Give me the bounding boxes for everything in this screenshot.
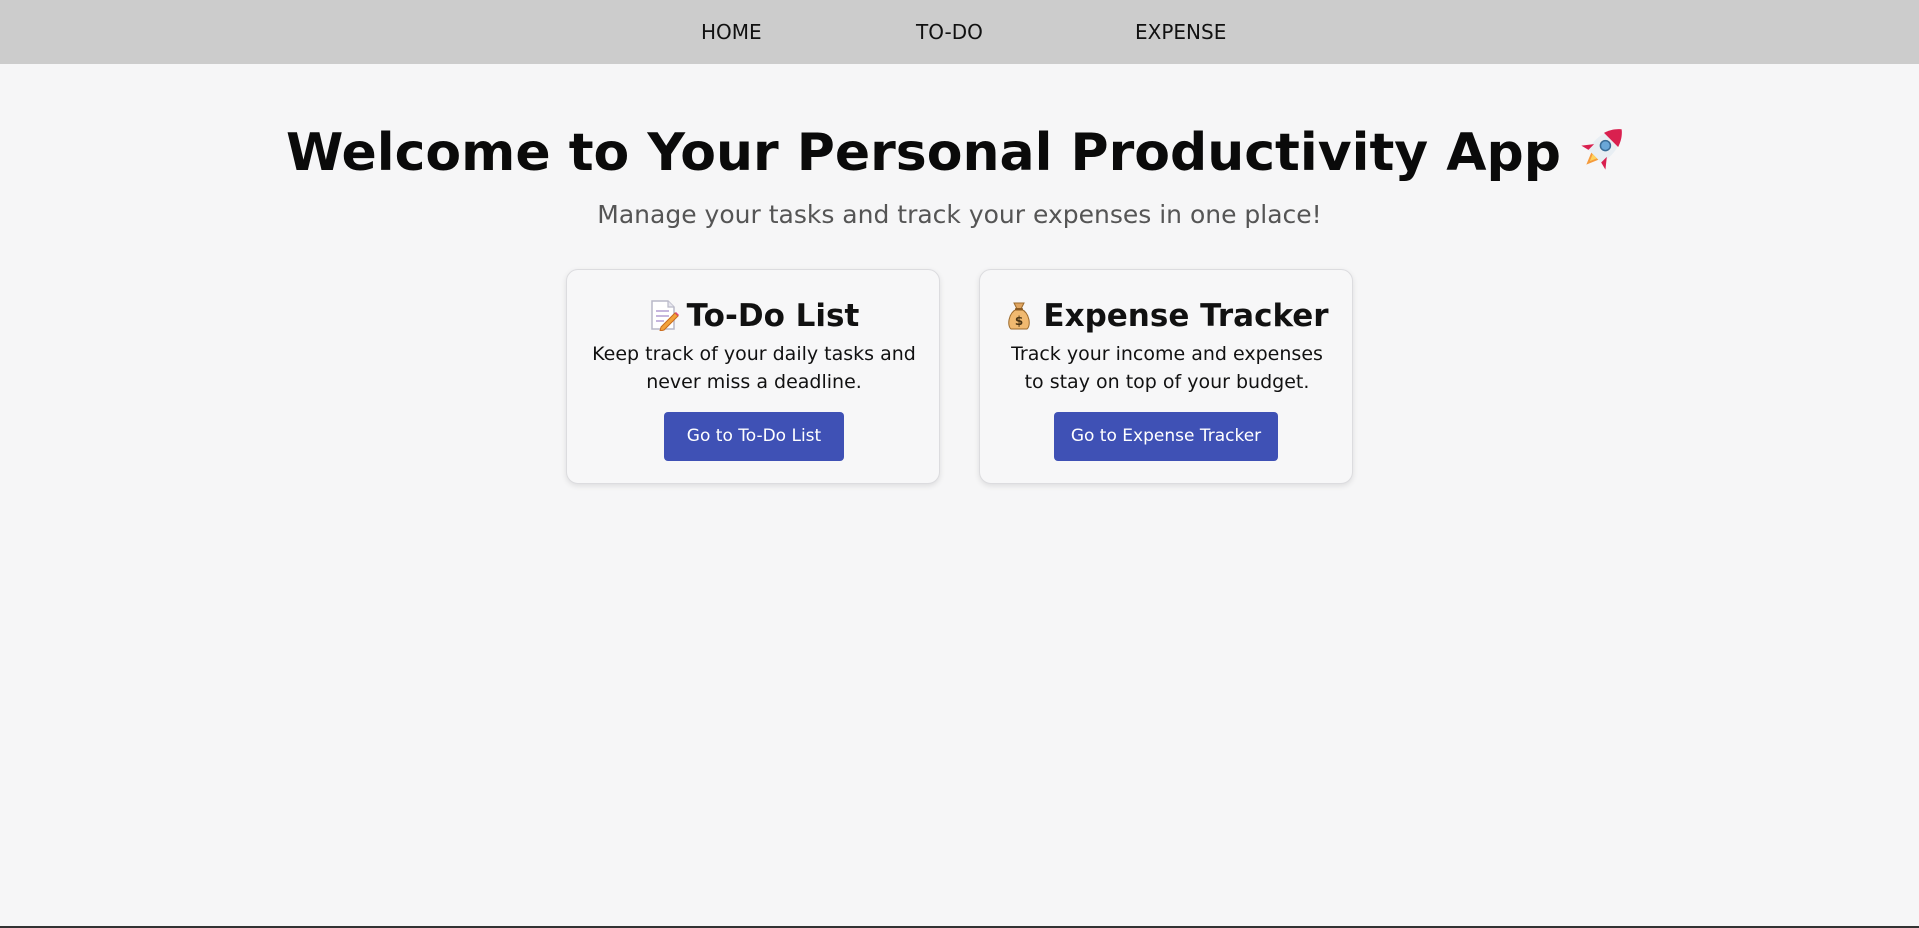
todo-card-title-row: To-Do List	[567, 296, 939, 341]
todo-card-title: To-Do List	[686, 298, 860, 334]
page-title-row: Welcome to Your Personal Productivity Ap…	[0, 118, 1919, 194]
expense-card-description: Track your income and expenses to stay o…	[1011, 343, 1323, 393]
memo-icon	[647, 299, 679, 341]
money-bag-icon: $	[1003, 299, 1035, 341]
nav-todo-link[interactable]: TO-DO	[916, 20, 983, 44]
go-to-todo-button[interactable]: Go to To-Do List	[664, 412, 844, 461]
nav-home-link[interactable]: HOME	[701, 20, 762, 44]
nav-expense-link[interactable]: EXPENSE	[1135, 20, 1226, 44]
expense-card: $ Expense Tracker Track your income and …	[979, 269, 1353, 484]
subtitle: Manage your tasks and track your expense…	[597, 200, 1322, 229]
expense-card-title: Expense Tracker	[1043, 298, 1329, 334]
todo-card: To-Do List Keep track of your daily task…	[566, 269, 940, 484]
svg-text:$: $	[1015, 314, 1023, 328]
expense-card-title-row: $ Expense Tracker	[980, 296, 1352, 341]
page-title: Welcome to Your Personal Productivity Ap…	[286, 123, 1561, 183]
rocket-icon	[1575, 118, 1633, 194]
todo-card-description: Keep track of your daily tasks and never…	[592, 343, 916, 393]
top-navbar: HOME TO-DO EXPENSE	[0, 0, 1919, 64]
go-to-expense-button[interactable]: Go to Expense Tracker	[1054, 412, 1278, 461]
